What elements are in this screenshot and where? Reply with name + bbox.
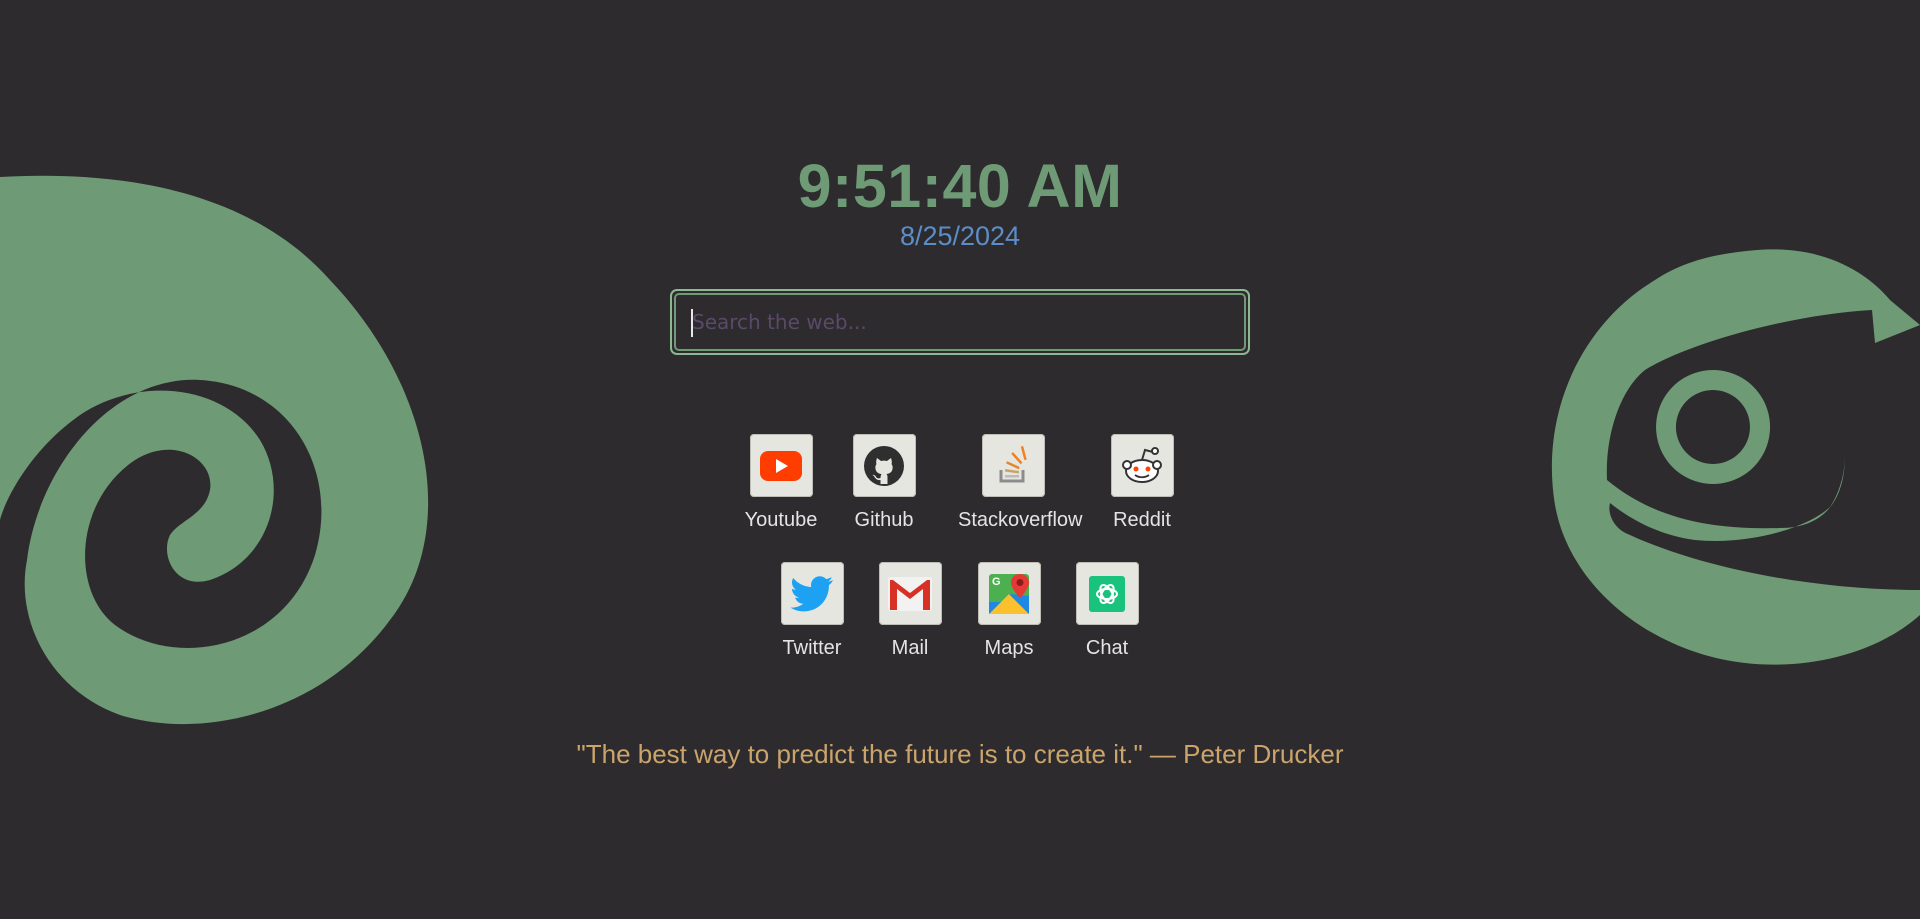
- youtube-icon: [760, 450, 802, 481]
- shortcut-youtube[interactable]: Youtube: [726, 434, 836, 532]
- github-icon: [864, 445, 904, 486]
- chat-tile[interactable]: [1075, 562, 1139, 625]
- quote-text: "The best way to predict the future is t…: [576, 739, 1344, 769]
- maps-tile[interactable]: G: [977, 562, 1041, 625]
- shortcut-label: Github: [854, 509, 914, 531]
- shortcut-label: Chat: [1085, 637, 1129, 659]
- start-page: 9:51:40 AM 8/25/2024 Youtube Github: [0, 0, 1920, 919]
- shortcut-label: Stackoverflow: [958, 509, 1083, 531]
- github-tile[interactable]: [852, 434, 916, 497]
- youtube-tile[interactable]: [749, 434, 813, 497]
- reddit-tile[interactable]: [1110, 434, 1174, 497]
- clock-date: 8/25/2024: [899, 221, 1021, 251]
- shortcut-label: Reddit: [1113, 509, 1171, 531]
- chameleon-decoration-right: [1551, 249, 1920, 665]
- search-box[interactable]: [670, 289, 1250, 355]
- search-input[interactable]: [674, 293, 1246, 351]
- text-caret: [691, 309, 693, 337]
- shortcut-label: Youtube: [744, 509, 818, 531]
- svg-text:G: G: [992, 576, 1001, 588]
- shortcut-label: Twitter: [782, 637, 842, 659]
- shortcut-label: Maps: [984, 637, 1034, 659]
- shortcut-chat[interactable]: Chat: [1052, 562, 1162, 660]
- clock-time: 9:51:40 AM: [797, 152, 1123, 220]
- swirl-decoration-left: [0, 175, 429, 725]
- mail-icon: [888, 576, 932, 611]
- shortcut-mail[interactable]: Mail: [855, 562, 965, 660]
- shortcut-maps[interactable]: G Maps: [954, 562, 1064, 660]
- shortcut-reddit[interactable]: Reddit: [1087, 434, 1197, 532]
- shortcut-github[interactable]: Github: [829, 434, 939, 532]
- stackoverflow-tile[interactable]: [981, 434, 1045, 497]
- twitter-icon: [790, 575, 833, 611]
- shortcut-label: Mail: [891, 637, 929, 659]
- shortcut-stackoverflow[interactable]: Stackoverflow: [958, 434, 1083, 532]
- mail-tile[interactable]: [878, 562, 942, 625]
- shortcut-twitter[interactable]: Twitter: [757, 562, 867, 660]
- maps-icon: G: [989, 573, 1029, 614]
- reddit-icon: [1122, 446, 1162, 483]
- chat-icon: [1089, 575, 1125, 612]
- twitter-tile[interactable]: [780, 562, 844, 625]
- stackoverflow-icon: [999, 445, 1027, 482]
